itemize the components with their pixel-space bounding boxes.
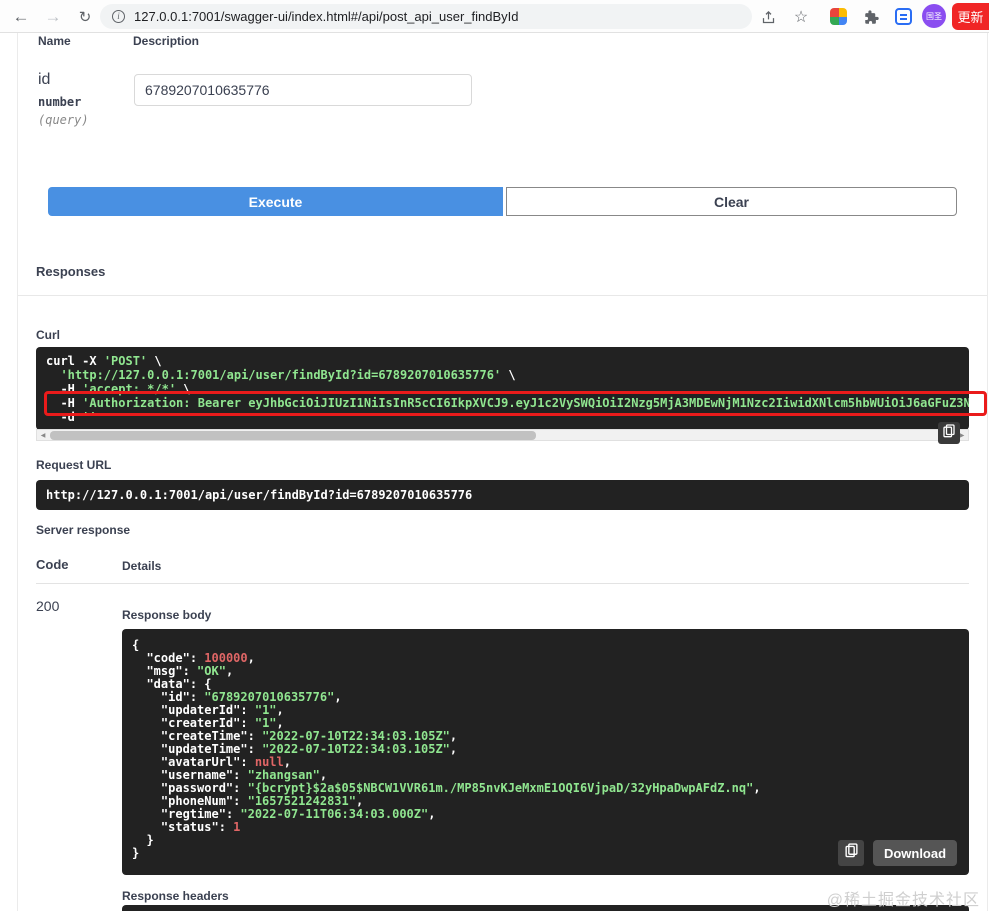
- code-header: Code: [36, 557, 69, 572]
- execute-button[interactable]: Execute: [48, 187, 503, 216]
- reload-button[interactable]: ↻: [72, 4, 98, 30]
- bookmark-star-icon[interactable]: ☆: [788, 4, 814, 30]
- address-bar[interactable]: i 127.0.0.1:7001/swagger-ui/index.html#/…: [100, 4, 752, 29]
- response-body-block: { "code": 100000, "msg": "OK", "data": {…: [122, 629, 969, 875]
- copy-response-button[interactable]: [838, 840, 864, 866]
- forward-button[interactable]: →: [40, 4, 66, 30]
- response-headers-label: Response headers: [122, 889, 229, 903]
- status-code: 200: [36, 598, 60, 614]
- request-url-block: http://127.0.0.1:7001/api/user/findById?…: [36, 480, 969, 510]
- extension-icon-colorful[interactable]: [830, 8, 847, 25]
- param-name-header: Name: [38, 34, 71, 48]
- clipboard-icon: [943, 423, 955, 443]
- table-header-divider: [36, 583, 969, 584]
- site-info-icon[interactable]: i: [112, 10, 125, 23]
- back-button[interactable]: ←: [8, 4, 34, 30]
- curl-horizontal-scrollbar[interactable]: ◀ ▶: [36, 429, 969, 441]
- download-button[interactable]: Download: [873, 840, 957, 866]
- param-id-input[interactable]: [134, 74, 472, 106]
- section-divider: [18, 295, 987, 296]
- browser-toolbar: ← → ↻ i 127.0.0.1:7001/swagger-ui/index.…: [0, 0, 989, 33]
- param-description-header: Description: [133, 34, 200, 48]
- request-url-label: Request URL: [36, 458, 112, 472]
- scrollbar-thumb[interactable]: [50, 431, 536, 440]
- profile-avatar[interactable]: 国圣: [922, 4, 946, 28]
- curl-label: Curl: [36, 328, 60, 342]
- puzzle-icon[interactable]: [858, 4, 884, 30]
- param-name: id: [38, 71, 51, 88]
- details-header: Details: [122, 559, 162, 573]
- extension-icon-blue[interactable]: [895, 8, 912, 25]
- swagger-operation-panel: Name Description id number (query) Execu…: [17, 33, 988, 911]
- watermark: @稀土掘金技术社区: [826, 892, 980, 909]
- share-icon[interactable]: [755, 4, 781, 30]
- param-type: number: [38, 95, 82, 109]
- param-location: (query): [38, 113, 89, 127]
- response-body-label: Response body: [122, 608, 212, 622]
- address-url[interactable]: 127.0.0.1:7001/swagger-ui/index.html#/ap…: [134, 9, 518, 24]
- server-response-label: Server response: [36, 523, 131, 537]
- update-button[interactable]: 更新: [952, 3, 989, 30]
- clipboard-icon: [844, 843, 858, 863]
- clear-button[interactable]: Clear: [506, 187, 957, 216]
- scroll-left-arrow-icon[interactable]: ◀: [37, 432, 49, 439]
- curl-command-block: curl -X 'POST' \ 'http://127.0.0.1:7001/…: [36, 347, 969, 430]
- copy-curl-button[interactable]: [938, 422, 960, 444]
- responses-section-title: Responses: [36, 264, 106, 279]
